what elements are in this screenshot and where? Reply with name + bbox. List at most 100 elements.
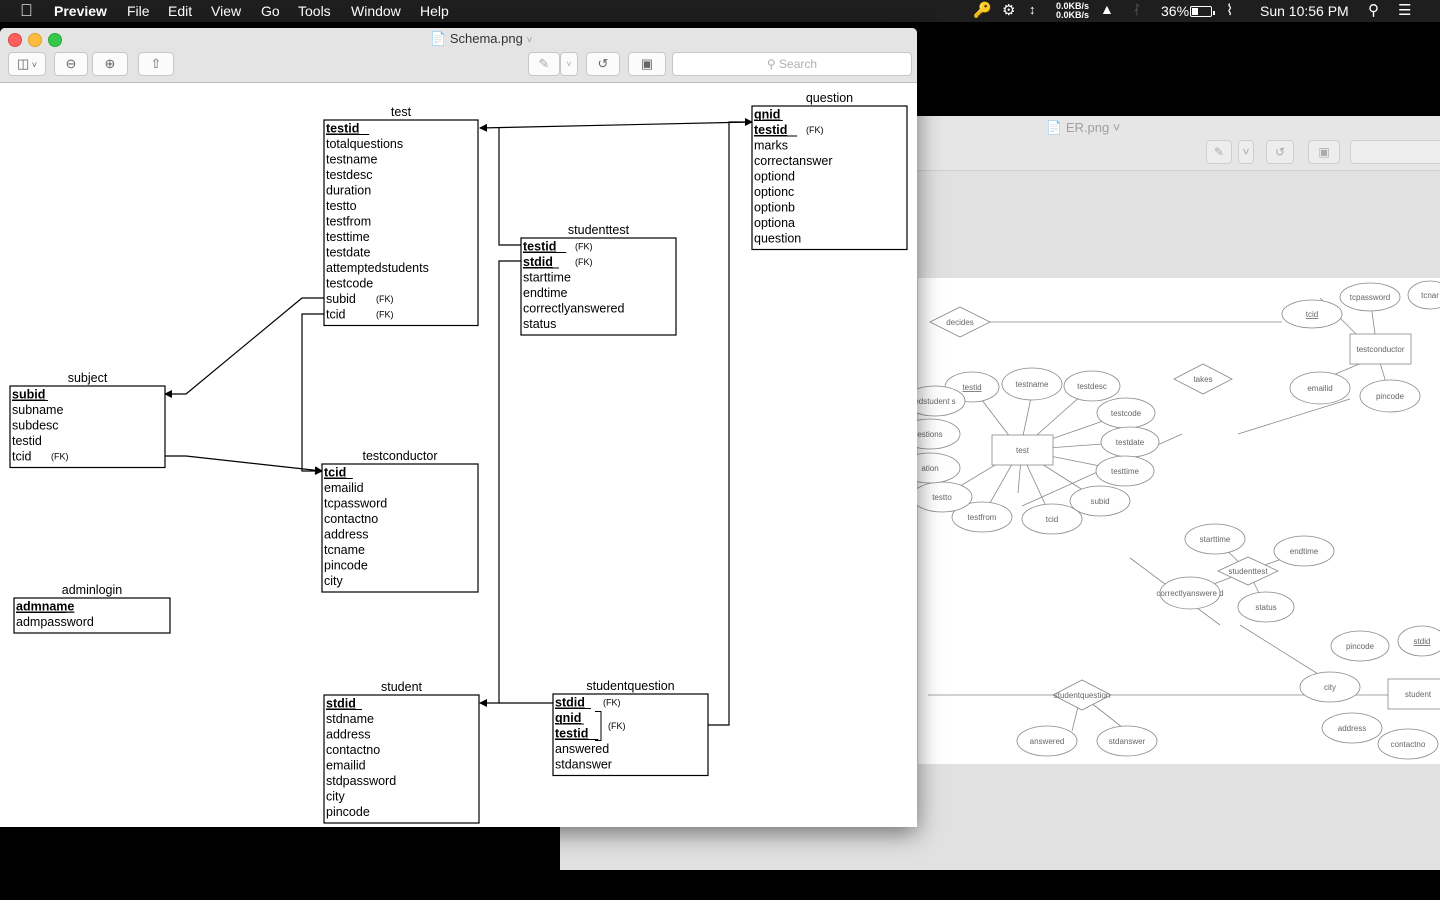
column-endtime: endtime: [523, 286, 568, 300]
fk-marker: (FK): [376, 294, 394, 304]
rotate-button[interactable]: ↺: [586, 52, 620, 76]
er-attribute-label: testdesc: [1077, 382, 1107, 391]
column-city: city: [324, 574, 344, 588]
schema-diagram: testtestidtotalquestionstestnametestdesc…: [9, 91, 908, 824]
column-question: question: [754, 232, 801, 246]
er-attribute-label: city: [1324, 683, 1336, 692]
wifi-icon[interactable]: ⌇: [1226, 1, 1233, 19]
sidebar-toggle-button[interactable]: ◫ ˅: [8, 52, 46, 76]
clock[interactable]: Sun 10:56 PM: [1260, 3, 1349, 19]
column-marks: marks: [754, 139, 788, 153]
er-search-input[interactable]: [1350, 140, 1440, 164]
schema-window-title[interactable]: 📄 Schema.png ˅: [430, 31, 532, 47]
table-question: question qnidtestid (FK) markscorrectanswer…: [751, 91, 908, 251]
column-starttime: starttime: [523, 271, 571, 285]
rotate-button[interactable]: ↺: [1266, 140, 1294, 164]
column-admpassword: admpassword: [16, 615, 94, 629]
share-button[interactable]: ⇧: [138, 52, 174, 76]
er-relationship-label: studenttest: [1228, 567, 1268, 576]
search-input[interactable]: ⚲ Search: [672, 52, 912, 76]
menu-help[interactable]: Help: [420, 3, 449, 19]
fk-marker: (FK): [608, 721, 626, 731]
chevron-down-icon: ˅: [29, 60, 38, 70]
fk-marker: (FK): [575, 257, 593, 267]
minimize-button[interactable]: [28, 33, 42, 47]
menu-file[interactable]: File: [127, 3, 150, 19]
share-icon: ⇧: [150, 56, 162, 71]
toolbox-button[interactable]: ▣: [628, 52, 666, 76]
column-tcid: tcid: [324, 466, 346, 480]
resize-icon[interactable]: ↕: [1029, 2, 1036, 17]
search-placeholder: Search: [779, 57, 818, 71]
rotate-icon: ↺: [597, 56, 609, 71]
table-test: test testidtotalquestions testnametestdesc…: [323, 105, 479, 327]
er-attribute-label: tcnar: [1421, 291, 1439, 300]
apple-icon[interactable]: : [20, 1, 33, 21]
table-title: question: [806, 91, 853, 105]
table-testconductor: testconductor tcidemailid tcpasswordcontac…: [321, 449, 479, 593]
column-testdate: testdate: [326, 246, 371, 260]
pen-icon: ✎: [538, 56, 550, 71]
er-attribute-label: estions: [917, 430, 942, 439]
spotlight-icon[interactable]: ⚲: [1368, 1, 1379, 19]
column-correctanswer: correctanswer: [754, 154, 833, 168]
tools-icon[interactable]: ⚙: [1002, 1, 1015, 19]
er-attribute-label: emailid: [1307, 384, 1332, 393]
close-button[interactable]: [8, 33, 22, 47]
toolbox-icon: ▣: [640, 56, 654, 71]
er-relationship-label: takes: [1193, 375, 1212, 384]
relationship-line: [164, 297, 324, 398]
markup-pen-button[interactable]: ✎: [1206, 140, 1232, 164]
er-attribute-label: testcode: [1111, 409, 1142, 418]
column-testdesc: testdesc: [326, 168, 373, 182]
column-stdid: stdid: [523, 255, 553, 269]
battery-icon[interactable]: [1190, 4, 1215, 20]
markup-menu-button[interactable]: ˅: [560, 52, 578, 76]
zoom-button[interactable]: [48, 33, 62, 47]
app-menu[interactable]: Preview: [54, 3, 107, 19]
column-totalquestions: totalquestions: [326, 137, 403, 151]
er-window-title[interactable]: 📄 ER.png ˅: [1046, 120, 1120, 136]
table-title: studentquestion: [586, 679, 674, 693]
column-subid: subid: [12, 388, 45, 402]
relationship-line: [479, 260, 521, 707]
menu-window[interactable]: Window: [351, 3, 401, 19]
er-attribute-label: endtime: [1290, 547, 1319, 556]
menu-edit[interactable]: Edit: [168, 3, 192, 19]
column-address: address: [326, 728, 370, 742]
column-subid: subid: [326, 292, 356, 306]
schema-window[interactable]: 📄 Schema.png ˅ ◫ ˅ ⊖ ⊕ ⇧ ✎ ˅ ↺ ▣ ⚲ Searc…: [0, 28, 917, 827]
menu-view[interactable]: View: [211, 3, 241, 19]
key-icon[interactable]: 🔑: [973, 1, 992, 19]
markup-pen-button[interactable]: ✎: [528, 52, 560, 76]
notification-center-icon[interactable]: ☰: [1398, 1, 1411, 19]
column-correctlyanswered: correctlyanswered: [523, 302, 624, 316]
column-pincode: pincode: [326, 805, 370, 819]
airplay-icon[interactable]: ▲: [1100, 1, 1114, 17]
zoom-in-icon: ⊕: [104, 56, 116, 71]
er-entity-label: student: [1405, 690, 1432, 699]
column-emailid: emailid: [324, 481, 364, 495]
menu-go[interactable]: Go: [261, 3, 280, 19]
zoom-out-button[interactable]: ⊖: [54, 52, 88, 76]
column-subdesc: subdesc: [12, 419, 59, 433]
table-subject: subject subidsubname subdesctestid tcid (FK): [9, 371, 166, 469]
zoom-in-button[interactable]: ⊕: [92, 52, 128, 76]
er-attribute-label: ation: [921, 464, 938, 473]
er-attribute-label: testto: [932, 493, 952, 502]
schema-canvas: test testid totalquestions testname testdesc…: [0, 83, 917, 827]
markup-chevron-button[interactable]: ˅: [1238, 140, 1254, 164]
column-contactno: contactno: [324, 512, 378, 526]
table-title: subject: [68, 371, 108, 385]
menu-tools[interactable]: Tools: [298, 3, 331, 19]
toolbox-button[interactable]: ▣: [1308, 140, 1340, 164]
er-attribute-label: tcid: [1306, 310, 1318, 319]
column-admname: admname: [16, 600, 74, 614]
table-title: adminlogin: [62, 583, 123, 597]
table-title: student: [381, 680, 423, 694]
bluetooth-icon[interactable]: ᛮ: [1133, 2, 1141, 17]
relationship-line: [479, 121, 753, 132]
er-attribute-label: stdanswer: [1109, 737, 1146, 746]
er-attribute-label: testid: [962, 383, 981, 392]
table-studenttest: studenttest testid (FK) stdid (FK) starttimee…: [520, 223, 677, 336]
